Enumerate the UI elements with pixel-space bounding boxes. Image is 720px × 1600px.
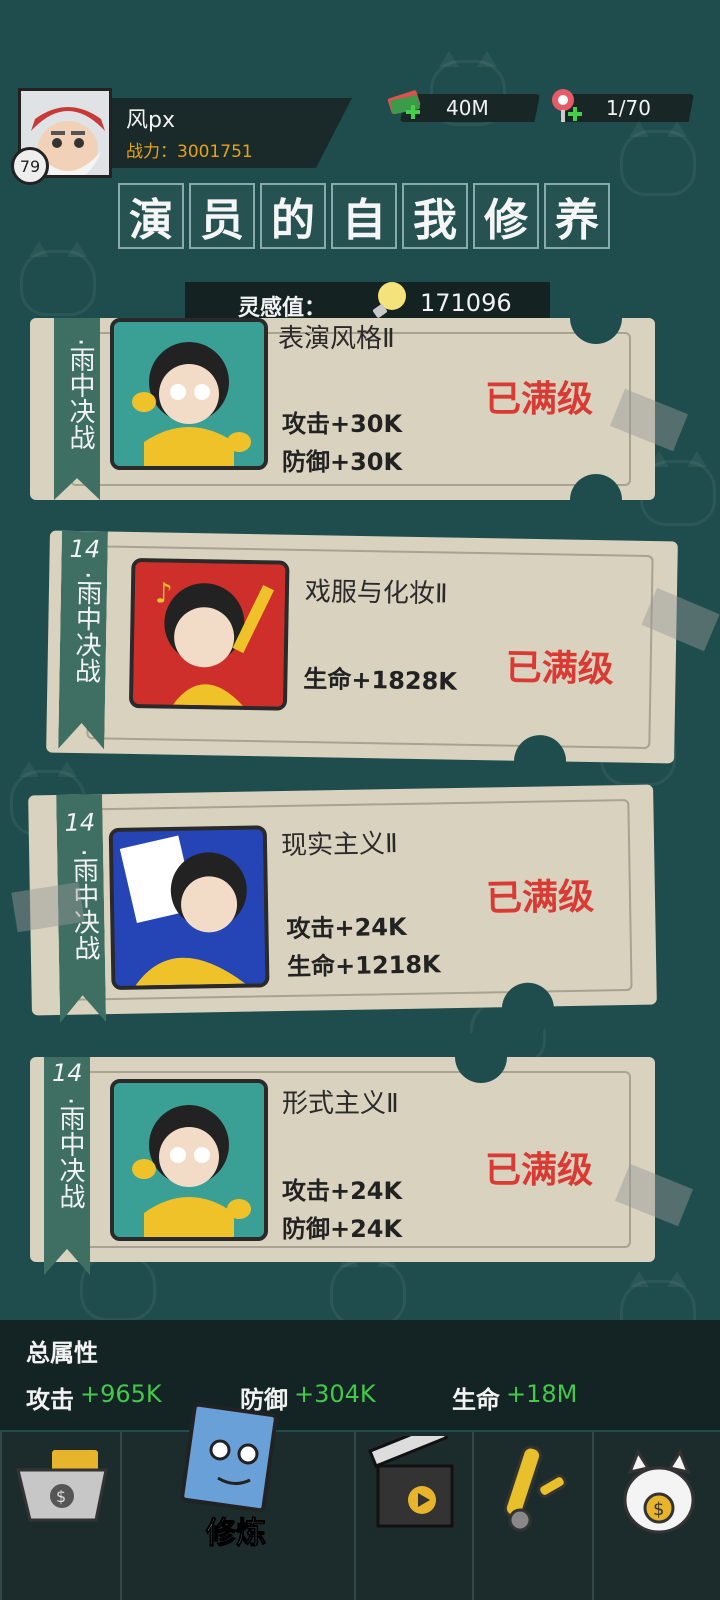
player-name: 风px [126, 108, 175, 133]
total-attack-value: +965K [80, 1380, 162, 1408]
total-defense-value: +304K [294, 1380, 376, 1408]
page-title: 演 员 的 自 我 修 养 [118, 183, 610, 249]
player-level-badge: 79 [11, 147, 49, 185]
shopping-cart-icon: $ [16, 1450, 108, 1522]
money-value: 40M [446, 96, 489, 120]
skill-card[interactable]: 14 ·雨中决战 ♪ 戏服与化妆Ⅱ 生命+1828K 已满级 [46, 530, 720, 788]
skill-card[interactable]: 14 ·雨中决战 现实主义Ⅱ 攻击+24K 生命+1218K 已满级 [11, 784, 657, 1036]
money-add-icon[interactable] [386, 86, 424, 124]
skill-portrait [110, 1079, 268, 1241]
skill-portrait [110, 318, 268, 470]
svg-text:♪: ♪ [155, 576, 173, 609]
skill-portrait: ♪ [128, 557, 290, 711]
skill-card[interactable]: 14 ·雨中决战 形式主义Ⅱ 攻击+24K 防御+24K 已满级 [30, 1031, 694, 1275]
scroll-icon [503, 1445, 567, 1532]
maxed-status: 已满级 [505, 647, 615, 691]
tab-scroll[interactable] [472, 1432, 592, 1600]
maxed-status: 已满级 [485, 379, 594, 420]
tab-shop[interactable]: $ [0, 1432, 120, 1600]
total-attack-label: 攻击 [26, 1386, 74, 1414]
chapter-ribbon: 14 ·雨中决战 [44, 1057, 90, 1275]
tab-film[interactable] [354, 1432, 472, 1600]
svg-text:$: $ [56, 1487, 66, 1506]
lucky-cat-icon: $ [623, 1448, 695, 1534]
chapter-ribbon: ·雨中决战 [54, 318, 100, 500]
lightbulb-icon [366, 278, 410, 322]
ticket-value: 1/70 [606, 96, 651, 120]
skill-portrait [108, 825, 270, 991]
maxed-status: 已满级 [485, 876, 595, 920]
total-attributes-title: 总属性 [26, 1339, 98, 1367]
total-life-value: +18M [506, 1380, 578, 1408]
chapter-ribbon: 14 ·雨中决战 [58, 531, 108, 750]
clapperboard-icon [368, 1436, 454, 1528]
inspiration-value: 171096 [420, 289, 512, 317]
tab-training-label: 修炼 [206, 1516, 267, 1552]
notebook-icon [180, 1402, 278, 1512]
maxed-status: 已满级 [485, 1150, 594, 1191]
tab-training[interactable]: 修炼 [120, 1402, 354, 1600]
total-attributes-panel [0, 1320, 720, 1430]
total-life-label: 生命 [452, 1386, 500, 1414]
combat-power: 战力：3001751 [126, 142, 253, 162]
skill-card[interactable]: ·雨中决战 表演风格Ⅱ 攻击+30K 防御+30K 已满级 [30, 292, 689, 526]
svg-text:$: $ [653, 1499, 664, 1520]
lollipop-add-icon[interactable] [546, 86, 584, 124]
tab-lucky-cat[interactable]: $ [592, 1432, 720, 1600]
